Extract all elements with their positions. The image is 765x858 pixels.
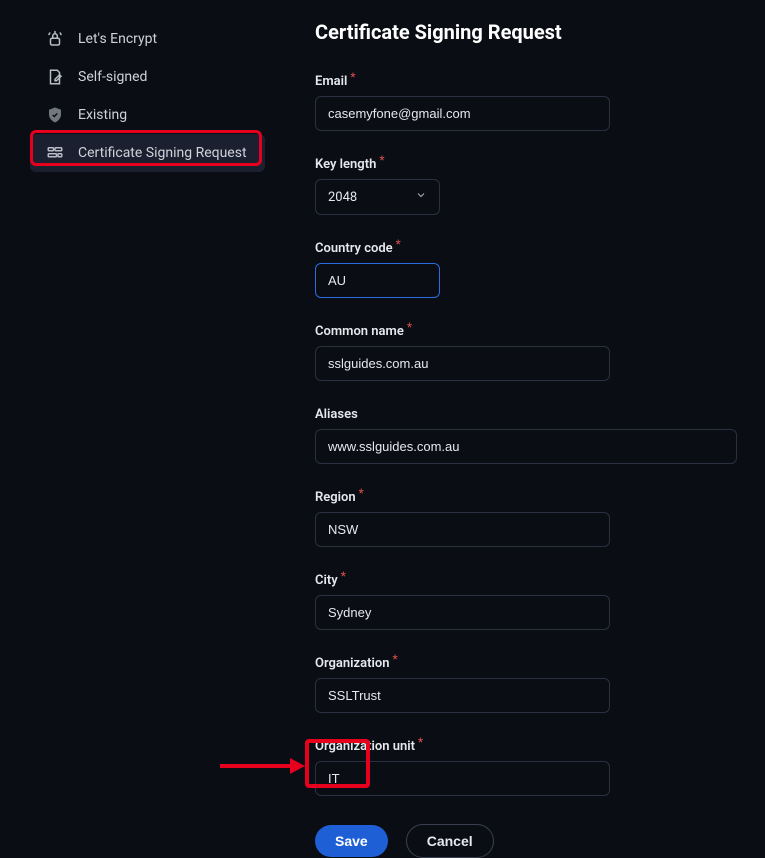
chevron-down-icon (415, 189, 427, 205)
aliases-input[interactable] (315, 429, 737, 464)
region-label: Region (315, 490, 356, 505)
sidebar-item-lets-encrypt[interactable]: Let's Encrypt (30, 20, 265, 58)
key-length-select[interactable]: 2048 (315, 179, 440, 215)
email-input[interactable] (315, 96, 610, 131)
common-name-input[interactable] (315, 346, 610, 381)
required-marker: * (359, 486, 364, 500)
aliases-label: Aliases (315, 407, 358, 422)
sidebar-item-label: Self-signed (78, 69, 147, 85)
region-input[interactable] (315, 512, 610, 547)
sidebar-item-label: Existing (78, 107, 127, 123)
main-content: Certificate Signing Request Email* Key l… (265, 20, 765, 858)
sidebar: Let's Encrypt Self-signed Existing Certi… (0, 20, 265, 858)
cancel-button[interactable]: Cancel (406, 824, 494, 858)
sidebar-item-existing[interactable]: Existing (30, 96, 265, 134)
organization-label: Organization (315, 656, 389, 671)
required-marker: * (341, 569, 346, 583)
country-code-label: Country code (315, 241, 393, 256)
save-button[interactable]: Save (315, 825, 388, 857)
shield-check-icon (46, 106, 64, 124)
sidebar-item-self-signed[interactable]: Self-signed (30, 58, 265, 96)
document-pencil-icon (46, 68, 64, 86)
required-marker: * (418, 735, 423, 749)
lock-shine-icon (46, 30, 64, 48)
common-name-label: Common name (315, 324, 404, 339)
required-marker: * (396, 237, 401, 251)
required-marker: * (407, 320, 412, 334)
sidebar-item-label: Let's Encrypt (78, 31, 157, 47)
email-label: Email (315, 74, 347, 89)
sidebar-item-csr[interactable]: Certificate Signing Request (30, 134, 265, 172)
sidebar-item-label: Certificate Signing Request (78, 145, 247, 161)
key-length-value: 2048 (328, 190, 357, 205)
city-label: City (315, 573, 338, 588)
required-marker: * (379, 153, 384, 167)
required-marker: * (350, 70, 355, 84)
country-code-input[interactable] (315, 263, 440, 298)
city-input[interactable] (315, 595, 610, 630)
organization-input[interactable] (315, 678, 610, 713)
organization-unit-input[interactable] (315, 761, 610, 796)
key-length-label: Key length (315, 157, 376, 172)
required-marker: * (392, 652, 397, 666)
page-title: Certificate Signing Request (315, 20, 740, 44)
form-fields-icon (46, 144, 64, 162)
organization-unit-label: Organization unit (315, 739, 415, 754)
